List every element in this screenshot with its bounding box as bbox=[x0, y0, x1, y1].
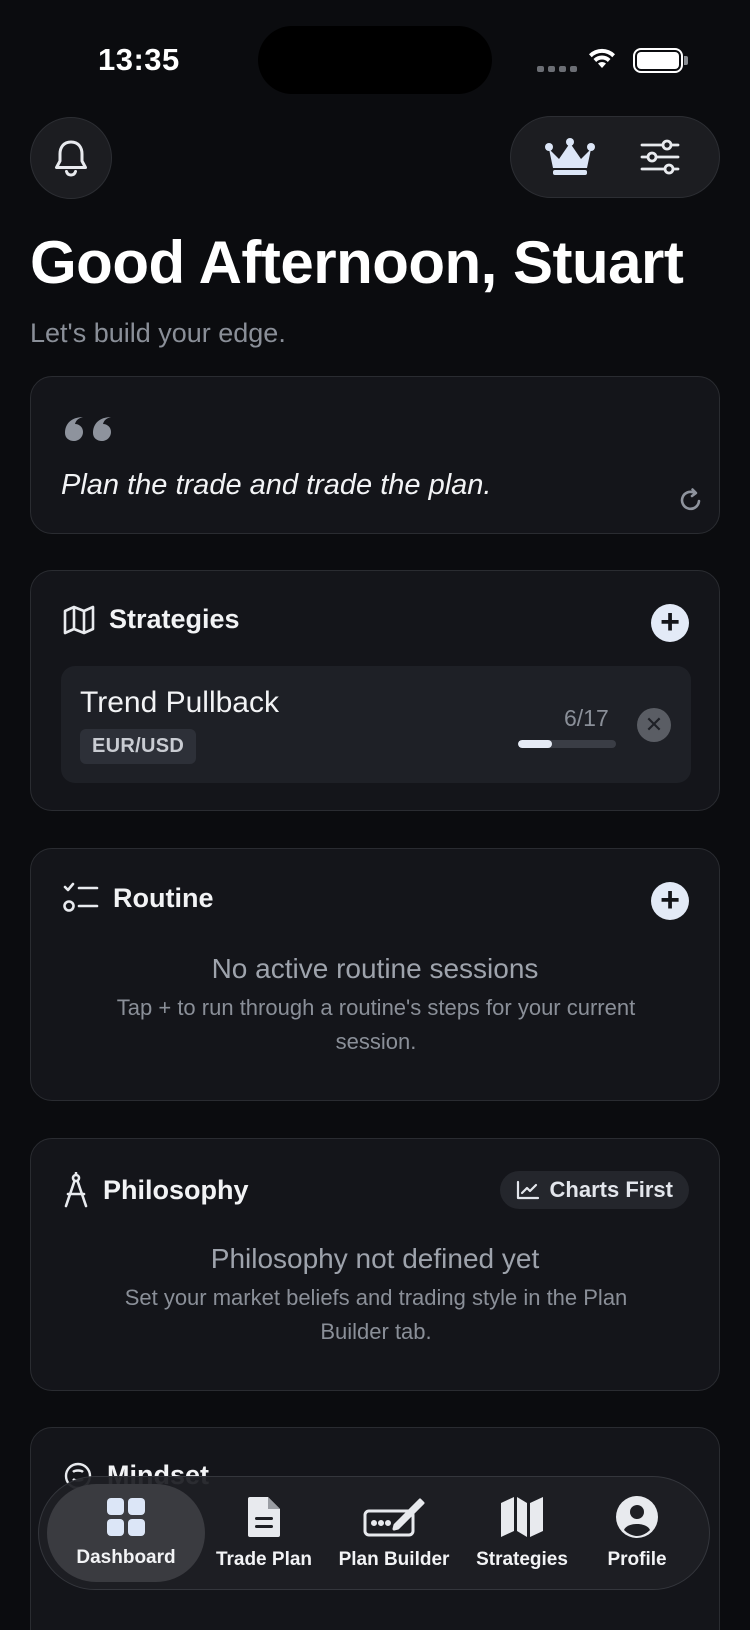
strategy-row[interactable]: Trend Pullback EUR/USD 6/17 ✕ bbox=[61, 666, 691, 783]
compass-icon bbox=[64, 1172, 88, 1208]
checklist-icon bbox=[63, 882, 99, 912]
cellular-signal-icon bbox=[537, 66, 577, 72]
plus-icon: + bbox=[660, 602, 680, 641]
strategies-card: Strategies + Trend Pullback EUR/USD 6/17… bbox=[30, 570, 720, 811]
plus-icon: + bbox=[660, 880, 680, 919]
philosophy-header: Philosophy bbox=[63, 1172, 249, 1208]
routine-header: Routine bbox=[63, 882, 214, 914]
grid-icon bbox=[107, 1498, 145, 1536]
tab-label: Plan Builder bbox=[338, 1549, 450, 1570]
strategies-title: Strategies bbox=[109, 604, 240, 634]
status-bar: 13:35 bbox=[0, 0, 750, 110]
philosophy-tag-label: Charts First bbox=[549, 1177, 673, 1202]
tab-plan-builder[interactable]: Plan Builder bbox=[323, 1484, 465, 1582]
quote-card: Plan the trade and trade the plan. bbox=[30, 376, 720, 534]
status-time: 13:35 bbox=[98, 42, 180, 77]
quote-text: Plan the trade and trade the plan. bbox=[61, 469, 492, 501]
philosophy-empty-title: Philosophy not defined yet bbox=[210, 1243, 540, 1274]
filters-button[interactable] bbox=[625, 122, 695, 192]
strategy-name: Trend Pullback bbox=[80, 686, 279, 719]
battery-icon bbox=[633, 48, 688, 73]
dynamic-island bbox=[258, 26, 492, 94]
routine-card: Routine + No active routine sessions Tap… bbox=[30, 848, 720, 1101]
tab-label: Dashboard bbox=[76, 1547, 176, 1568]
philosophy-card: Philosophy Charts First Philosophy not d… bbox=[30, 1138, 720, 1391]
header-actions bbox=[510, 116, 720, 198]
line-chart-icon bbox=[516, 1180, 539, 1200]
tab-label: Strategies bbox=[476, 1549, 568, 1570]
person-icon bbox=[616, 1496, 658, 1538]
routine-title: Routine bbox=[113, 882, 214, 913]
tab-profile[interactable]: Profile bbox=[579, 1484, 695, 1582]
strategy-pair-badge: EUR/USD bbox=[80, 729, 197, 764]
refresh-icon bbox=[680, 488, 701, 511]
add-strategy-button[interactable]: + bbox=[651, 604, 689, 642]
greeting-subtitle: Let's build your edge. bbox=[30, 318, 286, 348]
strategy-progress-label: 6/17 bbox=[564, 705, 609, 731]
document-icon bbox=[248, 1497, 280, 1537]
premium-button[interactable] bbox=[535, 122, 605, 192]
quote-icon bbox=[63, 407, 113, 446]
refresh-quote-button[interactable] bbox=[677, 486, 705, 519]
tab-dashboard[interactable]: Dashboard bbox=[47, 1484, 205, 1582]
sliders-icon bbox=[640, 139, 680, 175]
strategy-progress-fill bbox=[518, 740, 553, 748]
greeting-title: Good Afternoon, Stuart bbox=[30, 229, 684, 296]
tab-trade-plan[interactable]: Trade Plan bbox=[205, 1484, 323, 1582]
crown-icon bbox=[545, 138, 595, 175]
routine-empty-description: Tap + to run through a routine's steps f… bbox=[116, 995, 636, 1054]
remove-strategy-button[interactable]: ✕ bbox=[637, 708, 671, 742]
signature-icon bbox=[363, 1498, 425, 1537]
tab-strategies[interactable]: Strategies bbox=[465, 1484, 579, 1582]
add-routine-button[interactable]: + bbox=[651, 882, 689, 920]
bottom-tab-bar: Dashboard Trade Plan Plan Builder Strate… bbox=[38, 1476, 710, 1590]
tab-label: Trade Plan bbox=[215, 1549, 313, 1570]
strategy-progress-bar bbox=[518, 740, 616, 748]
philosophy-title: Philosophy bbox=[103, 1174, 249, 1205]
map-icon bbox=[501, 1497, 543, 1537]
bell-icon bbox=[55, 140, 87, 177]
wifi-icon bbox=[586, 46, 618, 75]
map-icon bbox=[63, 605, 95, 634]
philosophy-empty-description: Set your market beliefs and trading styl… bbox=[124, 1285, 628, 1344]
close-icon: ✕ bbox=[644, 712, 664, 737]
routine-empty-title: No active routine sessions bbox=[211, 953, 539, 984]
notifications-button[interactable] bbox=[30, 117, 112, 199]
tab-label: Profile bbox=[607, 1549, 667, 1570]
philosophy-tag[interactable]: Charts First bbox=[499, 1171, 689, 1209]
strategies-header: Strategies bbox=[63, 604, 240, 635]
